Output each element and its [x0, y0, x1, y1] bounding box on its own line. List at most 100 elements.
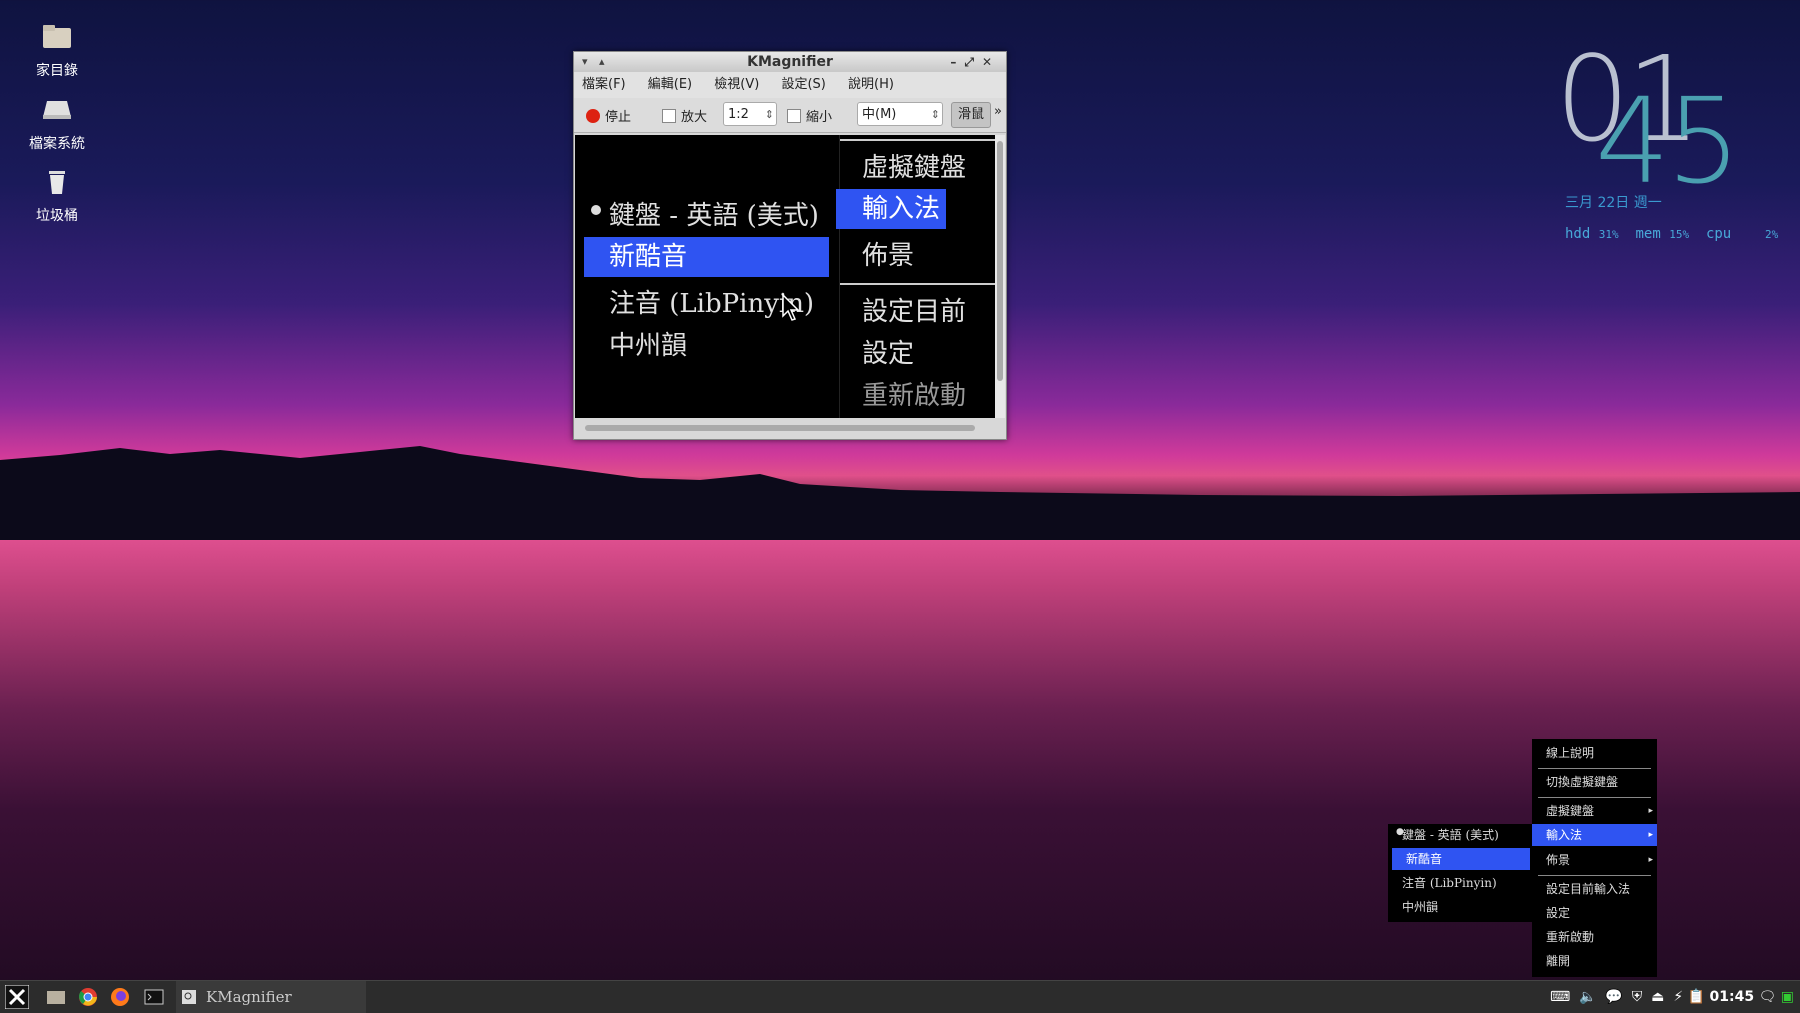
im-item-rime[interactable]: 中州韻: [1388, 896, 1532, 918]
im-item-english[interactable]: 鍵盤 - 英語 (美式): [1388, 824, 1532, 846]
menu-item-configure-current-im[interactable]: 設定目前輸入法: [1532, 878, 1657, 900]
toolbar: 停止 放大 1:2 縮小 中(M) 滑鼠 »: [574, 98, 1006, 133]
task-label: KMagnifier: [206, 988, 292, 1006]
zoom-in-icon: [662, 109, 676, 123]
record-icon: [586, 109, 600, 123]
window-controls: –⤢✕: [950, 52, 1000, 72]
menu-separator: [1538, 875, 1651, 876]
menu-help[interactable]: 說明(H): [848, 77, 894, 92]
desktop-icon-label: 檔案系統: [29, 136, 85, 152]
clock-minutes: 45: [1595, 72, 1741, 210]
power-icon[interactable]: ⚡: [1673, 989, 1683, 1005]
zoomed-item-configure-current: 設定目前: [862, 297, 967, 327]
firefox-icon[interactable]: [110, 987, 130, 1007]
window-shade-controls[interactable]: ▾ ▴: [582, 52, 605, 72]
menu-view[interactable]: 檢視(V): [714, 77, 759, 92]
menu-item-restart[interactable]: 重新啟動: [1532, 926, 1657, 948]
notification-icon[interactable]: 🗨: [1759, 989, 1777, 1005]
menu-item-input-method[interactable]: 輸入法 ▸: [1532, 824, 1657, 846]
window-titlebar[interactable]: ▾ ▴ KMagnifier –⤢✕: [574, 52, 1006, 72]
zoomed-item-english: 鍵盤 - 英語 (美式): [609, 201, 819, 231]
menu-separator: [1538, 768, 1651, 769]
desktop-icon-filesystem[interactable]: 檔案系統: [20, 95, 94, 153]
im-item-chewing[interactable]: 新酷音: [1392, 848, 1530, 870]
menu-item-virtual-keyboard[interactable]: 虛擬鍵盤 ▸: [1532, 800, 1657, 822]
trash-icon: [49, 171, 65, 194]
chat-icon[interactable]: 💬: [1605, 989, 1622, 1005]
update-icon[interactable]: ▣: [1781, 989, 1794, 1005]
zoomed-separator: [840, 283, 995, 285]
mem-value: 15%: [1669, 228, 1690, 241]
clipboard-icon[interactable]: 📋: [1688, 989, 1705, 1005]
tray-context-menu: 線上說明 切換虛擬鍵盤 虛擬鍵盤 ▸ 輸入法 ▸ 佈景 ▸ 設定目前輸入法 設定 重新…: [1532, 739, 1657, 977]
vertical-scrollbar[interactable]: [995, 135, 1005, 418]
refresh-rate-select[interactable]: 中(M): [857, 102, 943, 127]
zoomed-item-rime: 中州韻: [609, 331, 688, 361]
volume-icon[interactable]: 🔈: [1579, 989, 1596, 1005]
submenu-arrow-icon: ▸: [1648, 855, 1653, 865]
menu-item-online-help[interactable]: 線上說明: [1532, 742, 1657, 764]
start-menu-icon[interactable]: [5, 985, 29, 1009]
keyboard-icon[interactable]: ⌨: [1550, 989, 1570, 1005]
follow-mouse-button[interactable]: 滑鼠: [951, 102, 992, 128]
network-icon[interactable]: ⛨: [1632, 989, 1643, 1005]
horizontal-scroll-thumb[interactable]: [585, 425, 975, 431]
mem-label: mem: [1635, 226, 1661, 242]
zoom-out-icon: [787, 109, 801, 123]
close-icon[interactable]: ✕: [982, 55, 1000, 69]
zoomed-tray-menu: 虛擬鍵盤 輸入法 佈景 設定目前 設定 重新啟動: [836, 135, 995, 418]
clock-date: 三月 22日 週一: [1565, 195, 1662, 211]
taskbar-task-kmagnifier[interactable]: KMagnifier: [176, 981, 366, 1013]
zoomed-item-input-method: 輸入法: [836, 189, 946, 229]
zoom-ratio-spinbox[interactable]: 1:2: [723, 102, 777, 127]
cpu-label: cpu: [1705, 226, 1732, 242]
submenu-arrow-icon: ▸: [1648, 806, 1653, 816]
tray-clock[interactable]: 01:45: [1710, 989, 1755, 1005]
menu-item-theme[interactable]: 佈景 ▸: [1532, 849, 1657, 871]
menu-item-exit[interactable]: 離開: [1532, 950, 1657, 972]
zoom-in-button[interactable]: 放大: [662, 106, 707, 125]
desktop-icon-home[interactable]: 家目錄: [20, 22, 94, 80]
zoomed-separator: [840, 139, 995, 141]
taskbar: KMagnifier ⌨ 🔈 💬 ⛨ ⏏ ⚡ 📋 01:45 🗨 ▣: [0, 980, 1800, 1013]
toolbar-overflow-button[interactable]: »: [994, 104, 1002, 119]
zoomed-item-virtual-keyboard: 虛擬鍵盤: [862, 153, 967, 183]
radio-dot-icon: [591, 205, 601, 215]
menu-edit[interactable]: 編輯(E): [648, 77, 692, 92]
menu-file[interactable]: 檔案(F): [582, 77, 626, 92]
terminal-icon[interactable]: [144, 987, 164, 1007]
stop-button[interactable]: 停止: [586, 106, 631, 125]
cpu-value: 2%: [1764, 228, 1779, 241]
maximize-icon[interactable]: ⤢: [964, 55, 982, 69]
desktop-icon-label: 垃圾桶: [36, 208, 78, 224]
zoomed-item-theme: 佈景: [862, 241, 915, 271]
system-tray: ⌨ 🔈 💬 ⛨ ⏏ ⚡ 📋 01:45 🗨 ▣: [1550, 981, 1794, 1013]
eject-icon[interactable]: ⏏: [1651, 989, 1664, 1005]
desktop-icon-trash[interactable]: 垃圾桶: [20, 167, 94, 225]
menu-separator: [1538, 797, 1651, 798]
hdd-value: 31%: [1598, 228, 1619, 241]
kmagnifier-task-icon: [182, 990, 196, 1004]
desktop-icon-label: 家目錄: [36, 63, 78, 79]
hdd-label: hdd: [1565, 226, 1591, 242]
im-item-libpinyin[interactable]: 注音 (LibPinyin): [1388, 872, 1532, 894]
chrome-icon[interactable]: [78, 987, 98, 1007]
menu-item-toggle-virtual-keyboard[interactable]: 切換虛擬鍵盤: [1532, 771, 1657, 793]
vertical-scroll-thumb[interactable]: [997, 141, 1003, 381]
window-title: KMagnifier: [747, 54, 833, 70]
home-folder-icon: [43, 25, 71, 48]
mouse-cursor-icon: [782, 294, 800, 321]
horizontal-scrollbar[interactable]: [575, 419, 1005, 437]
kmagnifier-window: ▾ ▴ KMagnifier –⤢✕ 檔案(F) 編輯(E) 檢視(V) 設定(…: [573, 51, 1007, 440]
submenu-arrow-icon: ▸: [1648, 830, 1653, 840]
file-manager-icon[interactable]: [46, 987, 66, 1007]
zoomed-item-chewing: 新酷音: [584, 237, 829, 277]
minimize-icon[interactable]: –: [950, 55, 964, 69]
zoom-out-button[interactable]: 縮小: [787, 106, 832, 125]
input-method-submenu: ● 鍵盤 - 英語 (美式) 新酷音 注音 (LibPinyin) 中州韻: [1388, 824, 1532, 922]
menu-settings[interactable]: 設定(S): [781, 77, 825, 92]
clock-widget: 01 45: [1555, 40, 1785, 200]
menubar: 檔案(F) 編輯(E) 檢視(V) 設定(S) 說明(H): [574, 72, 1006, 98]
menu-item-configure[interactable]: 設定: [1532, 902, 1657, 924]
zoomed-item-configure: 設定: [862, 339, 915, 369]
